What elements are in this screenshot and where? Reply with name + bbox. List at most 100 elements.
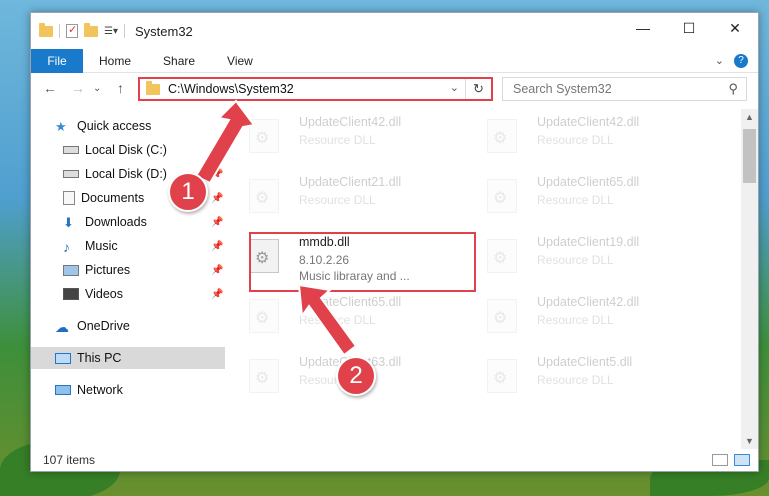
expand-ribbon-icon[interactable]: ⌄ bbox=[715, 54, 724, 68]
file-item[interactable]: UpdateClient42.dll Resource DLL bbox=[473, 289, 703, 345]
maximize-button[interactable]: ☐ bbox=[666, 13, 712, 43]
sidebar-item-label: This PC bbox=[77, 351, 122, 365]
new-folder-icon[interactable] bbox=[84, 22, 98, 37]
file-item[interactable]: UpdateClient65.dll Resource DLL bbox=[235, 289, 465, 345]
ribbon-tabs: File Home Share View ⌄ ? bbox=[31, 48, 758, 73]
sidebar-item-label: OneDrive bbox=[77, 319, 130, 333]
file-item[interactable]: UpdateClient5.dll Resource DLL bbox=[473, 349, 703, 405]
search-input[interactable]: Search System32 ⚲ bbox=[502, 77, 747, 101]
vertical-scrollbar[interactable]: ▲ ▼ bbox=[741, 109, 758, 449]
view-switcher bbox=[712, 454, 750, 466]
folder-icon[interactable] bbox=[39, 22, 53, 37]
pictures-icon bbox=[63, 264, 79, 276]
download-icon: ⬇ bbox=[63, 215, 74, 230]
tab-file[interactable]: File bbox=[31, 48, 83, 73]
file-description: Resource DLL bbox=[537, 133, 614, 147]
window-title: System32 bbox=[134, 23, 193, 39]
file-item[interactable]: UpdateClient19.dll Resource DLL bbox=[473, 229, 703, 285]
tiles-view-icon[interactable] bbox=[734, 454, 750, 466]
ribbon-right: ⌄ ? bbox=[715, 53, 758, 68]
pin-icon: 📌 bbox=[211, 192, 224, 204]
file-name: UpdateClient42.dll bbox=[299, 115, 402, 129]
dll-file-icon bbox=[487, 239, 517, 273]
up-icon[interactable]: ↑ bbox=[117, 80, 124, 96]
window-controls: — ☐ ✕ bbox=[620, 13, 758, 43]
pin-icon: 📌 bbox=[211, 264, 224, 276]
details-view-icon[interactable] bbox=[712, 454, 728, 466]
sidebar-item-this-pc[interactable]: This PC bbox=[31, 347, 225, 369]
file-item[interactable]: UpdateClient42.dll Resource DLL bbox=[235, 109, 465, 165]
network-icon bbox=[55, 385, 71, 395]
dll-file-icon bbox=[487, 299, 517, 333]
search-placeholder: Search System32 bbox=[513, 82, 612, 96]
address-bar[interactable]: C:\Windows\System32 ⌄ ↻ bbox=[138, 77, 493, 101]
close-button[interactable]: ✕ bbox=[712, 13, 758, 43]
file-item[interactable]: UpdateClient21.dll Resource DLL bbox=[235, 169, 465, 225]
file-description: Resource DLL bbox=[299, 133, 376, 147]
tab-home[interactable]: Home bbox=[83, 49, 147, 73]
divider bbox=[59, 24, 60, 38]
file-description: Resource DLL bbox=[537, 373, 614, 387]
sidebar-item-label: Local Disk (D:) bbox=[85, 167, 167, 181]
file-description: Resource DLL bbox=[537, 193, 614, 207]
pin-icon: 📌 bbox=[211, 168, 224, 180]
highlight-box bbox=[249, 232, 476, 292]
recent-locations-icon[interactable]: ⌄ bbox=[93, 83, 101, 94]
sidebar-item-quick-access[interactable]: ★ Quick access bbox=[55, 115, 225, 137]
cloud-icon: ☁ bbox=[55, 319, 69, 335]
sidebar-item-label: Videos bbox=[85, 287, 123, 301]
folder-icon bbox=[146, 80, 160, 95]
drive-icon bbox=[63, 170, 79, 178]
sidebar-item-local-disk-c[interactable]: Local Disk (C:) 📌 bbox=[63, 139, 225, 161]
sidebar-item-label: Music bbox=[85, 239, 118, 253]
file-name: UpdateClient21.dll bbox=[299, 175, 402, 189]
scrollbar-thumb[interactable] bbox=[743, 129, 756, 183]
forward-icon[interactable]: → bbox=[71, 80, 85, 96]
tab-view[interactable]: View bbox=[211, 49, 269, 73]
pin-icon: 📌 bbox=[211, 240, 224, 252]
scroll-up-icon[interactable]: ▲ bbox=[741, 109, 758, 125]
file-item[interactable]: UpdateClient42.dll Resource DLL bbox=[473, 109, 703, 165]
navigation-bar: ← → ⌄ ↑ C:\Windows\System32 ⌄ ↻ Search S… bbox=[31, 75, 758, 103]
refresh-icon[interactable]: ↻ bbox=[465, 79, 491, 99]
file-description: Resource DLL bbox=[537, 313, 614, 327]
sidebar-item-label: Quick access bbox=[77, 119, 152, 133]
back-icon[interactable]: ← bbox=[43, 80, 57, 96]
item-count: 107 items bbox=[43, 453, 96, 467]
properties-icon[interactable] bbox=[66, 23, 78, 38]
videos-icon bbox=[63, 288, 79, 300]
sidebar-item-label: Downloads bbox=[85, 215, 147, 229]
status-bar: 107 items bbox=[31, 449, 758, 471]
sidebar-item-label: Local Disk (C:) bbox=[85, 143, 167, 157]
step-badge-1: 1 bbox=[168, 172, 208, 212]
tab-share[interactable]: Share bbox=[147, 49, 211, 73]
pc-icon bbox=[55, 352, 71, 364]
chevron-down-icon[interactable]: ⌄ bbox=[450, 81, 459, 94]
scroll-down-icon[interactable]: ▼ bbox=[741, 433, 758, 449]
file-description: Resource DLL bbox=[537, 253, 614, 267]
help-icon[interactable]: ? bbox=[734, 53, 748, 68]
sidebar-item-videos[interactable]: Videos 📌 bbox=[63, 283, 225, 305]
sidebar-item-music[interactable]: ♪ Music 📌 bbox=[63, 235, 225, 257]
dll-file-icon bbox=[249, 119, 279, 153]
file-name: UpdateClient5.dll bbox=[537, 355, 633, 369]
minimize-button[interactable]: — bbox=[620, 13, 666, 43]
search-icon[interactable]: ⚲ bbox=[728, 81, 738, 97]
file-name: UpdateClient65.dll bbox=[537, 175, 640, 189]
navigation-pane: ★ Quick access Local Disk (C:) 📌 Local D… bbox=[31, 113, 227, 443]
sidebar-item-label: Network bbox=[77, 383, 123, 397]
sidebar-item-downloads[interactable]: ⬇ Downloads 📌 bbox=[63, 211, 225, 233]
address-text: C:\Windows\System32 bbox=[168, 82, 294, 96]
file-item[interactable]: UpdateClient65.dll Resource DLL bbox=[473, 169, 703, 225]
sidebar-item-pictures[interactable]: Pictures 📌 bbox=[63, 259, 225, 281]
sidebar-item-onedrive[interactable]: ☁ OneDrive bbox=[55, 315, 225, 337]
star-icon: ★ bbox=[55, 119, 67, 134]
dll-file-icon bbox=[249, 179, 279, 213]
divider bbox=[123, 24, 125, 38]
file-name: UpdateClient65.dll bbox=[299, 295, 402, 309]
file-name: UpdateClient42.dll bbox=[537, 115, 640, 129]
sidebar-item-network[interactable]: Network bbox=[55, 379, 225, 401]
dll-file-icon bbox=[487, 119, 517, 153]
dll-file-icon bbox=[487, 179, 517, 213]
customize-toolbar-icon[interactable]: ☰▾ bbox=[104, 26, 118, 37]
